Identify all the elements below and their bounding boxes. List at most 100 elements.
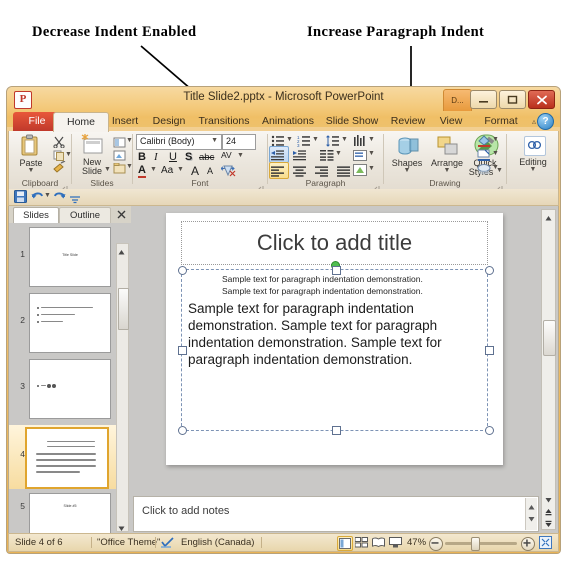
previous-slide-icon[interactable] [543,505,554,516]
close-pane-icon[interactable] [115,208,128,221]
tab-slide-show[interactable]: Slide Show [315,112,389,131]
smartart-dropdown-icon[interactable]: ▼ [368,165,375,172]
title-placeholder[interactable]: Click to add title [181,221,488,265]
tab-animations[interactable]: Animations [251,112,325,131]
shape-fill-dropdown-icon[interactable]: ▼ [492,136,499,143]
shape-effects-icon[interactable] [477,162,491,180]
zoom-slider-knob[interactable] [471,537,480,551]
notes-pane[interactable]: Click to add notes [133,496,539,532]
redo-icon[interactable] [53,190,66,208]
notes-scroll-down-icon[interactable] [526,511,537,529]
align-text-dropdown-icon[interactable]: ▼ [368,150,375,157]
reading-view-icon[interactable] [371,536,385,549]
selection-handle-middle-right[interactable] [485,346,494,355]
scroll-down-icon[interactable] [543,493,554,504]
content-placeholder[interactable]: Sample text for paragraph indentation de… [181,269,488,431]
selection-handle-top-center[interactable] [332,266,341,275]
slide-counter: Slide 4 of 6 [15,537,63,548]
character-spacing-dropdown-icon[interactable]: ▼ [237,152,244,159]
help-icon[interactable]: ? [537,113,554,130]
new-slide-dropdown-icon[interactable]: ▼ [104,166,111,173]
spellcheck-icon[interactable] [161,536,175,552]
slides-pane-scrollbar[interactable] [116,243,129,532]
paragraph-dialog-launcher-icon[interactable] [373,180,380,193]
tab-format[interactable]: Format [469,112,533,131]
find-replace-icon[interactable] [524,136,546,156]
section-icon[interactable] [113,161,126,179]
selection-handle-top-left[interactable] [178,266,187,275]
font-name-dropdown-icon[interactable]: ▼ [211,137,218,144]
selection-handle-bottom-right[interactable] [485,426,494,435]
thumbnail-list[interactable]: 1 Title Slide 2 3 4 5 Slide #5 [9,223,131,534]
restore-icon[interactable] [499,90,526,109]
font-color-icon[interactable]: A [138,164,146,178]
font-color-dropdown-icon[interactable]: ▼ [150,166,157,173]
close-icon[interactable] [528,90,555,109]
fit-to-window-icon[interactable] [539,536,552,552]
tab-outline[interactable]: Outline [59,207,111,224]
zoom-level: 47% [407,537,427,548]
text-direction-dropdown-icon[interactable]: ▼ [368,136,375,143]
scroll-down-icon[interactable] [117,521,126,531]
content-text[interactable]: Sample text for paragraph indentation de… [188,274,483,368]
underline-button[interactable]: U [169,151,177,163]
undo-dropdown-icon[interactable]: ▼ [44,192,51,199]
zoom-slider[interactable] [445,542,517,545]
thumbnail-slide-2[interactable]: 2 [13,293,111,355]
theme-name[interactable]: "Office Theme" [97,537,160,548]
contextual-tab-label[interactable]: D... [443,89,472,111]
zoom-out-button[interactable] [429,537,443,551]
undo-icon[interactable] [31,190,44,208]
bullets-dropdown-icon[interactable]: ▼ [286,136,293,143]
selection-handle-middle-left[interactable] [178,346,187,355]
selection-handle-bottom-center[interactable] [332,426,341,435]
thumbnail-slide-3[interactable]: 3 [13,359,111,421]
selection-handle-top-right[interactable] [485,266,494,275]
text-shadow-button[interactable]: S [185,151,192,163]
grow-font-icon[interactable]: A [191,164,199,178]
thumbnail-slide-4[interactable]: 4 [9,425,117,489]
shape-outline-dropdown-icon[interactable]: ▼ [492,150,499,157]
language-label[interactable]: English (Canada) [181,537,254,548]
numbering-dropdown-icon[interactable]: ▼ [312,136,319,143]
italic-button[interactable]: I [154,151,158,163]
scrollbar-thumb[interactable] [543,320,556,356]
selection-handle-bottom-left[interactable] [178,426,187,435]
tab-view[interactable]: View [427,112,475,131]
minimize-ribbon-icon[interactable]: ▵ [532,117,536,126]
strikethrough-button[interactable]: abc [199,152,214,163]
font-dialog-launcher-icon[interactable] [257,180,264,193]
minimize-icon[interactable] [470,90,497,109]
editor-scrollbar[interactable] [541,209,556,530]
slide-sorter-icon[interactable] [354,536,368,549]
shrink-font-icon[interactable]: A [207,166,213,176]
format-painter-icon[interactable] [53,160,66,178]
font-name-input[interactable]: Calibri (Body) ▼ [136,134,222,150]
quick-access-toolbar: ▼ [8,189,559,206]
scrollbar-thumb[interactable] [118,288,129,330]
editing-dropdown-icon[interactable]: ▼ [507,166,559,173]
paste-dropdown-icon[interactable]: ▼ [9,167,53,174]
change-case-dropdown-icon[interactable]: ▼ [177,166,184,173]
shape-effects-dropdown-icon[interactable]: ▼ [492,164,499,171]
columns-dropdown-icon[interactable]: ▼ [335,150,342,157]
scroll-up-icon[interactable] [543,211,554,222]
slideshow-icon[interactable] [388,536,402,549]
notes-scrollbar[interactable] [525,498,537,530]
normal-view-icon[interactable] [337,536,353,551]
slide-canvas[interactable]: Click to add title Sample text for parag… [166,213,503,465]
font-size-input[interactable]: 24 [222,134,256,150]
customize-icon[interactable] [70,192,81,210]
thumbnail-slide-5[interactable]: 5 Slide #5 [13,493,111,534]
thumbnail-slide-1[interactable]: 1 Title Slide [13,227,111,289]
line-spacing-dropdown-icon[interactable]: ▼ [341,136,348,143]
tab-transitions[interactable]: Transitions [187,112,261,131]
clipboard-dialog-launcher-icon[interactable] [61,180,68,193]
zoom-in-button[interactable] [521,537,535,551]
change-case-icon[interactable]: Aa [161,165,173,176]
bold-button[interactable]: B [138,151,146,163]
tab-slides[interactable]: Slides [13,207,59,224]
next-slide-icon[interactable] [543,517,554,528]
scroll-up-icon[interactable] [117,244,126,255]
save-icon[interactable] [14,190,27,208]
